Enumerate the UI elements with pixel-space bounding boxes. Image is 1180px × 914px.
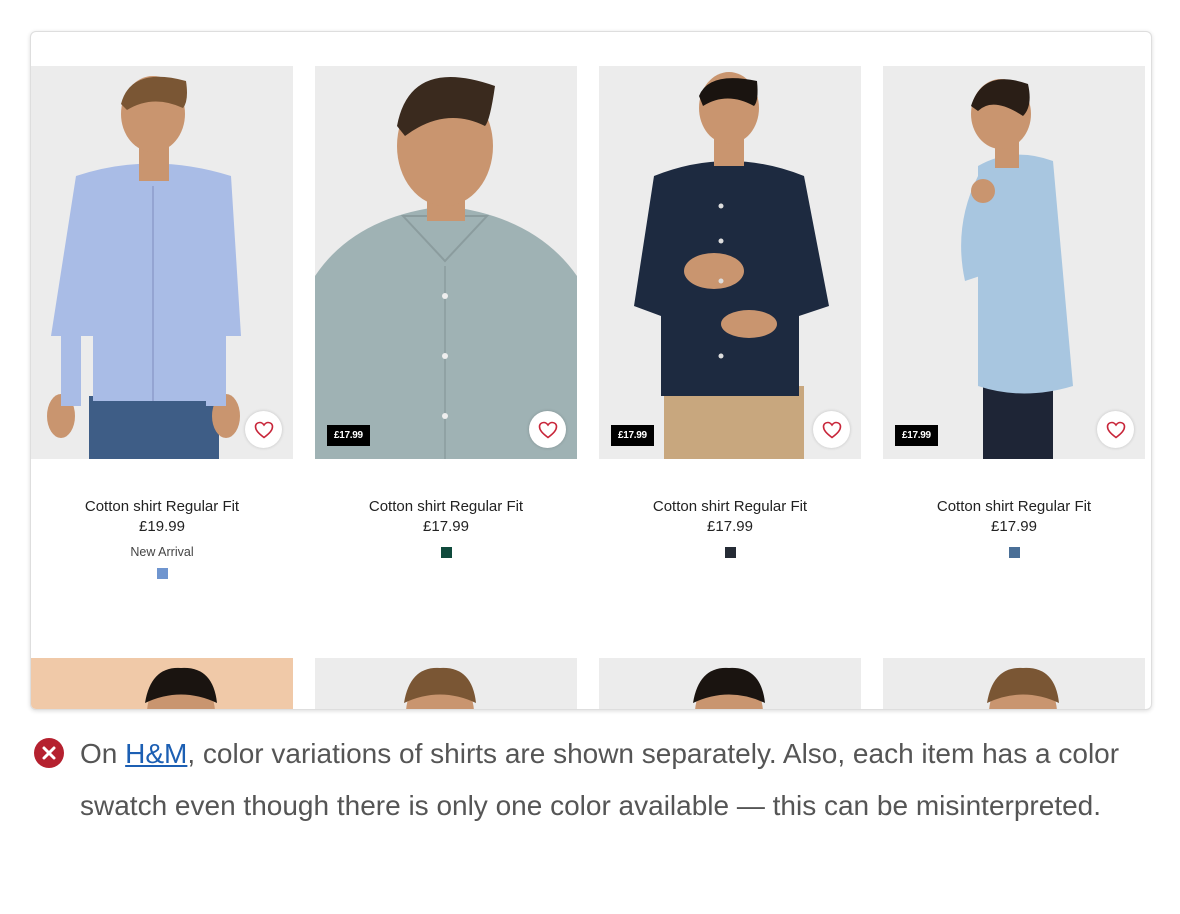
favourite-button[interactable] xyxy=(813,411,850,448)
heart-icon xyxy=(254,421,273,439)
product-listing-screenshot: Cotton shirt Regular Fit £19.99 New Arriv… xyxy=(30,31,1152,710)
product-name[interactable]: Cotton shirt Regular Fit xyxy=(315,497,577,517)
model-photo-front xyxy=(31,66,293,459)
product-image-partial[interactable] xyxy=(883,658,1145,709)
product-image[interactable]: £17.99 xyxy=(599,66,861,459)
product-info: Cotton shirt Regular Fit £17.99 xyxy=(883,459,1145,558)
favourite-button[interactable] xyxy=(245,411,282,448)
product-card[interactable]: Cotton shirt Regular Fit £19.99 New Arriv… xyxy=(31,66,293,579)
color-swatch[interactable] xyxy=(1008,547,1020,558)
product-image[interactable]: £17.99 xyxy=(883,66,1145,459)
color-swatch[interactable] xyxy=(440,547,452,558)
price-tag-badge: £17.99 xyxy=(327,425,370,446)
product-price: £17.99 xyxy=(707,518,753,535)
price-tag-badge: £17.99 xyxy=(611,425,654,446)
product-card[interactable]: £17.99 Cotton shirt Regular Fit £17.99 xyxy=(883,66,1145,558)
product-name[interactable]: Cotton shirt Regular Fit xyxy=(883,497,1145,517)
product-name[interactable]: Cotton shirt Regular Fit xyxy=(599,497,861,517)
product-price: £19.99 xyxy=(139,518,185,535)
product-image-partial[interactable] xyxy=(31,658,293,709)
favourite-button[interactable] xyxy=(1097,411,1134,448)
price-tag-badge: £17.99 xyxy=(895,425,938,446)
product-info: Cotton shirt Regular Fit £19.99 New Arriv… xyxy=(31,459,293,579)
model-photo-dark-shirt xyxy=(599,66,861,459)
model-photo-side xyxy=(883,66,1145,459)
product-price: £17.99 xyxy=(991,518,1037,535)
caption-prefix: On xyxy=(80,738,126,769)
product-price: £17.99 xyxy=(423,518,469,535)
hm-link[interactable]: H&M xyxy=(125,738,187,769)
model-photo-close-up xyxy=(315,66,577,459)
product-card[interactable]: £17.99 Cotton shirt Regular Fit £17.99 xyxy=(315,66,577,558)
caption-suffix: , color variations of shirts are shown s… xyxy=(80,738,1120,821)
product-card[interactable]: £17.99 Cotton shirt Regular Fit £17.99 xyxy=(599,66,861,558)
heart-icon xyxy=(1106,421,1125,439)
caption-text: On H&M, color variations of shirts are s… xyxy=(80,728,1152,832)
product-image[interactable] xyxy=(31,66,293,459)
product-info: Cotton shirt Regular Fit £17.99 xyxy=(599,459,861,558)
product-image-partial[interactable] xyxy=(315,658,577,709)
product-image-partial[interactable] xyxy=(599,658,861,709)
product-image[interactable]: £17.99 xyxy=(315,66,577,459)
heart-icon xyxy=(538,421,557,439)
product-name[interactable]: Cotton shirt Regular Fit xyxy=(31,497,293,517)
heart-icon xyxy=(822,421,841,439)
product-info: Cotton shirt Regular Fit £17.99 xyxy=(315,459,577,558)
favourite-button[interactable] xyxy=(529,411,566,448)
color-swatch[interactable] xyxy=(724,547,736,558)
error-x-circle-icon xyxy=(34,738,64,768)
color-swatch[interactable] xyxy=(156,568,168,579)
new-arrival-marker: New Arrival xyxy=(130,545,194,559)
